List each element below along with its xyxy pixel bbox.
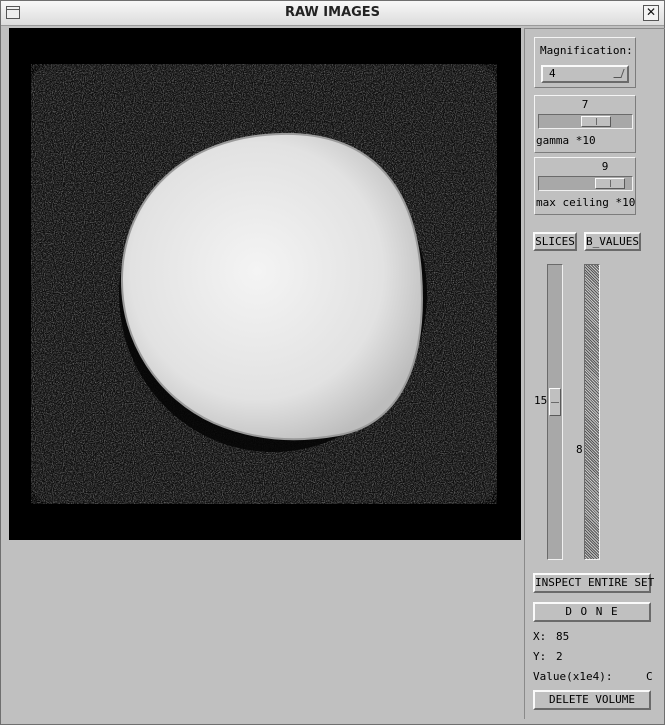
title-bar: RAW IMAGES ✕: [1, 1, 664, 26]
max-ceiling-group: 9 max ceiling *10: [534, 157, 636, 215]
window-title: RAW IMAGES: [284, 5, 381, 20]
option-menu-indicator-icon: [613, 69, 625, 78]
magnification-label: Magnification:: [540, 44, 633, 57]
slice-slider-value: 15: [534, 394, 548, 407]
bvalue-slider-value: 8: [576, 443, 583, 456]
raw-images-window: RAW IMAGES ✕ Magnification: 4 7 gamma *1…: [0, 0, 665, 725]
value-value: C: [646, 670, 653, 683]
done-button[interactable]: D O N E: [533, 602, 651, 622]
max-ceiling-slider-thumb[interactable]: [595, 178, 625, 189]
max-ceiling-label: max ceiling *10: [536, 196, 636, 209]
magnification-value: 4: [549, 67, 556, 80]
close-icon[interactable]: ✕: [643, 5, 659, 21]
gamma-group: 7 gamma *10: [534, 95, 636, 153]
slice-slider[interactable]: [547, 264, 563, 560]
magnification-group: Magnification: 4: [534, 37, 636, 88]
magnification-menu-button[interactable]: 4: [541, 65, 629, 83]
max-ceiling-value: 9: [601, 160, 609, 173]
gamma-value: 7: [581, 98, 589, 111]
bvalue-slider[interactable]: [584, 264, 600, 560]
y-label: Y:: [533, 650, 547, 663]
y-value: 2: [556, 650, 563, 663]
mri-phantom-image[interactable]: [9, 28, 521, 540]
x-label: X:: [533, 630, 547, 643]
gamma-slider[interactable]: [538, 114, 633, 129]
slice-slider-thumb[interactable]: [549, 388, 561, 416]
control-panel: Magnification: 4 7 gamma *10 9 max ceili…: [524, 28, 665, 719]
slices-button[interactable]: SLICES: [533, 232, 577, 251]
x-value: 85: [556, 630, 570, 643]
inspect-entire-set-button[interactable]: INSPECT ENTIRE SET: [533, 573, 654, 593]
b-values-button[interactable]: B_VALUES: [584, 232, 641, 251]
gamma-label: gamma *10: [536, 134, 596, 147]
delete-volume-button[interactable]: DELETE VOLUME: [533, 690, 651, 710]
value-label: Value(x1e4):: [533, 670, 613, 683]
max-ceiling-slider[interactable]: [538, 176, 633, 191]
gamma-slider-thumb[interactable]: [581, 116, 611, 127]
raw-image-display[interactable]: [9, 28, 521, 540]
